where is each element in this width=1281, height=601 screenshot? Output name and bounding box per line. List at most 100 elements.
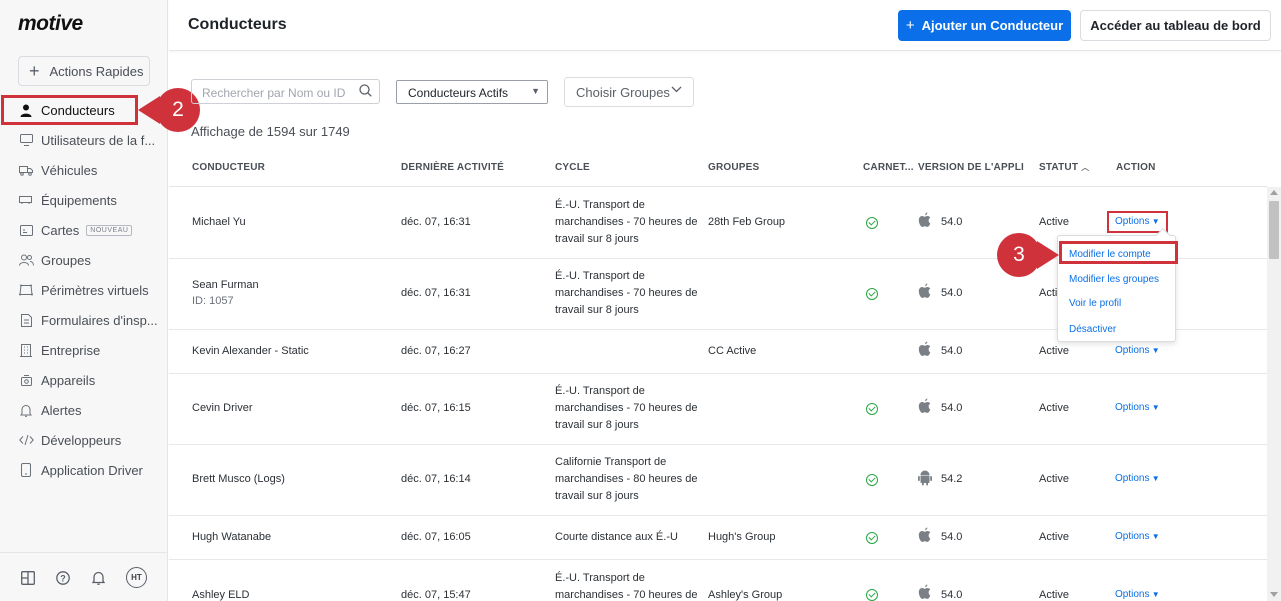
apple-icon bbox=[918, 584, 931, 599]
cycle-line: marchandises - 70 heures de bbox=[555, 287, 698, 299]
building-icon bbox=[18, 342, 34, 358]
options-button[interactable]: Options ▼ bbox=[1115, 531, 1160, 542]
driver-name[interactable]: Ashley ELD bbox=[192, 587, 249, 601]
motive-logo[interactable]: motive bbox=[18, 12, 83, 36]
sidebar-item-label: Équipements bbox=[41, 192, 117, 208]
last-activity: déc. 07, 16:05 bbox=[401, 531, 471, 543]
column-header-driver[interactable]: CONDUCTEUR bbox=[192, 162, 265, 173]
cycle-line: travail sur 8 jours bbox=[555, 304, 639, 316]
sidebar-item-maps[interactable]: Cartes NOUVEAU bbox=[0, 215, 168, 245]
highlight-box-options bbox=[1107, 211, 1168, 233]
options-label: Options bbox=[1115, 531, 1150, 542]
search-input[interactable]: Rechercher par Nom ou ID bbox=[191, 79, 380, 104]
user-avatar[interactable]: HT bbox=[126, 567, 147, 588]
group-cell: Ashley's Group bbox=[708, 589, 783, 601]
apple-icon bbox=[918, 212, 931, 227]
menu-item-deactivate[interactable]: Désactiver bbox=[1069, 324, 1116, 335]
groups-select-value: Choisir Groupes bbox=[576, 85, 670, 100]
apple-icon bbox=[918, 527, 931, 542]
caret-down-icon: ▼ bbox=[1149, 403, 1160, 412]
options-button[interactable]: Options ▼ bbox=[1115, 402, 1160, 413]
dashboard-button[interactable]: Accéder au tableau de bord bbox=[1080, 10, 1271, 41]
plus-icon: + bbox=[29, 60, 40, 81]
driver-status-value: Conducteurs Actifs bbox=[408, 86, 509, 100]
caret-down-icon: ▼ bbox=[1149, 474, 1160, 483]
cycle-line: Californie Transport de bbox=[555, 456, 667, 468]
app-version: 54.0 bbox=[941, 287, 963, 299]
page-header: Conducteurs + Ajouter un Conducteur Accé… bbox=[169, 0, 1281, 51]
sidebar-item-company[interactable]: Entreprise bbox=[0, 335, 168, 365]
sidebar-item-equipment[interactable]: Équipements bbox=[0, 185, 168, 215]
groups-select[interactable]: Choisir Groupes bbox=[564, 77, 694, 107]
options-label: Options bbox=[1115, 473, 1150, 484]
sidebar-item-driver-app[interactable]: Application Driver bbox=[0, 455, 168, 485]
sidebar-item-alerts[interactable]: Alertes bbox=[0, 395, 168, 425]
column-header-status[interactable]: STATUT ︿ bbox=[1039, 162, 1089, 173]
row-divider bbox=[169, 444, 1267, 445]
column-header-last-activity[interactable]: DERNIÈRE ACTIVITÉ bbox=[401, 162, 504, 173]
check-circle-icon bbox=[866, 474, 878, 486]
caret-down-icon: ▼ bbox=[1149, 590, 1160, 599]
driver-name[interactable]: Cevin Driver bbox=[192, 400, 253, 417]
options-button[interactable]: Options ▼ bbox=[1115, 345, 1160, 356]
quick-actions-button[interactable]: + Actions Rapides bbox=[18, 56, 150, 86]
cycle-cell: Californie Transport de marchandises - 8… bbox=[555, 454, 697, 505]
apple-icon bbox=[918, 341, 931, 356]
options-button[interactable]: Options ▼ bbox=[1115, 473, 1160, 484]
menu-item-edit-groups[interactable]: Modifier les groupes bbox=[1069, 274, 1159, 285]
cycle-cell: É.-U. Transport de marchandises - 70 heu… bbox=[555, 570, 697, 601]
options-label: Options bbox=[1115, 589, 1150, 600]
sidebar-item-inspection-forms[interactable]: Formulaires d'insp... bbox=[0, 305, 168, 335]
sidebar-item-geofences[interactable]: Périmètres virtuels bbox=[0, 275, 168, 305]
app-version: 54.0 bbox=[941, 402, 963, 414]
options-label: Options bbox=[1115, 402, 1150, 413]
help-center-icon[interactable] bbox=[20, 570, 36, 586]
page-title: Conducteurs bbox=[188, 16, 287, 33]
menu-item-view-profile[interactable]: Voir le profil bbox=[1069, 298, 1121, 309]
cycle-cell: Courte distance aux É.-U bbox=[555, 531, 678, 543]
svg-text:?: ? bbox=[60, 573, 66, 583]
driver-name-cell[interactable]: Sean Furman ID: 1057 bbox=[192, 277, 259, 310]
sidebar-item-devices[interactable]: Appareils bbox=[0, 365, 168, 395]
driver-name[interactable]: Michael Yu bbox=[192, 214, 246, 231]
notifications-icon[interactable] bbox=[90, 570, 106, 586]
check-circle-icon bbox=[866, 532, 878, 544]
android-icon bbox=[918, 470, 932, 486]
options-button[interactable]: Options ▼ bbox=[1115, 589, 1160, 600]
add-driver-button[interactable]: + Ajouter un Conducteur bbox=[898, 10, 1071, 41]
group-cell: CC Active bbox=[708, 345, 757, 357]
caret-down-icon: ▼ bbox=[531, 86, 540, 96]
scrollbar-thumb[interactable] bbox=[1269, 201, 1279, 259]
cycle-line: É.-U. Transport de bbox=[555, 270, 645, 282]
column-header-logbook[interactable]: CARNET... bbox=[863, 162, 914, 173]
quick-actions-label: Actions Rapides bbox=[49, 63, 144, 79]
question-icon[interactable]: ? bbox=[55, 570, 71, 586]
check-circle-icon bbox=[866, 217, 878, 229]
status-cell: Active bbox=[1039, 531, 1069, 543]
scroll-up-arrow-icon[interactable] bbox=[1270, 190, 1278, 195]
column-header-cycle[interactable]: CYCLE bbox=[555, 162, 590, 173]
plus-icon: + bbox=[905, 17, 915, 34]
driver-name[interactable]: Brett Musco (Logs) bbox=[192, 471, 285, 488]
app-version: 54.0 bbox=[941, 345, 963, 357]
column-header-app-version[interactable]: VERSION DE L'APPLI bbox=[918, 162, 1024, 173]
sidebar-item-groups[interactable]: Groupes bbox=[0, 245, 168, 275]
sidebar-item-vehicles[interactable]: Véhicules bbox=[0, 155, 168, 185]
row-divider bbox=[169, 373, 1267, 374]
driver-name: Sean Furman bbox=[192, 279, 259, 291]
status-cell: Active bbox=[1039, 473, 1069, 485]
cycle-cell: É.-U. Transport de marchandises - 70 heu… bbox=[555, 268, 697, 319]
sidebar-item-label: Cartes bbox=[41, 222, 80, 238]
scroll-down-arrow-icon[interactable] bbox=[1270, 592, 1278, 597]
sort-asc-icon: ︿ bbox=[1081, 163, 1090, 172]
sidebar-item-developers[interactable]: Développeurs bbox=[0, 425, 168, 455]
driver-name[interactable]: Kevin Alexander - Static bbox=[192, 343, 309, 360]
driver-status-select[interactable]: Conducteurs Actifs ▼ bbox=[396, 80, 548, 104]
form-icon bbox=[18, 312, 34, 328]
map-icon bbox=[18, 222, 34, 238]
table-header-divider bbox=[169, 186, 1267, 187]
status-cell: Active bbox=[1039, 345, 1069, 357]
column-header-groups[interactable]: GROUPES bbox=[708, 162, 759, 173]
sidebar-item-label: Véhicules bbox=[41, 162, 98, 178]
driver-name[interactable]: Hugh Watanabe bbox=[192, 529, 271, 546]
